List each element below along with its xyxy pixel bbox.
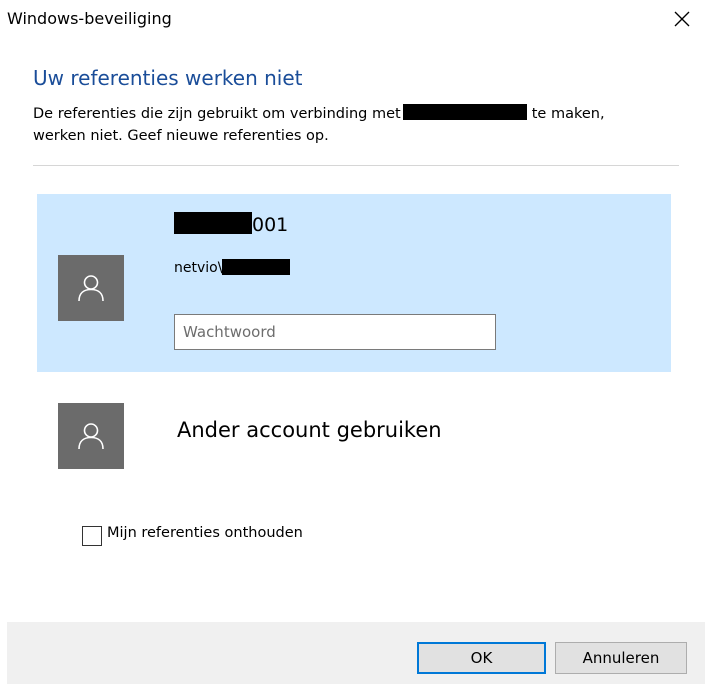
- redacted-username: [222, 259, 291, 275]
- dialog-heading: Uw referenties werken niet: [33, 66, 303, 90]
- account-domain: netvio\: [174, 260, 223, 276]
- ok-button[interactable]: OK: [417, 642, 546, 674]
- divider: [33, 165, 679, 166]
- redacted-name: [174, 212, 252, 234]
- remember-credentials-checkbox[interactable]: [82, 526, 102, 546]
- description-text-1: De referenties die zijn gebruikt om verb…: [33, 106, 401, 122]
- title-bar: Windows-beveiliging: [0, 0, 705, 40]
- avatar: [58, 255, 124, 321]
- redacted-host: [402, 104, 527, 120]
- user-icon: [78, 423, 104, 450]
- window-title: Windows-beveiliging: [7, 9, 172, 28]
- user-icon: [78, 275, 104, 302]
- other-account-label: Ander account gebruiken: [177, 418, 442, 442]
- remember-credentials-label[interactable]: Mijn referenties onthouden: [107, 525, 303, 541]
- cancel-button[interactable]: Annuleren: [555, 642, 687, 674]
- avatar: [58, 403, 124, 469]
- account-username: netvio\: [174, 259, 291, 276]
- close-button[interactable]: [665, 3, 699, 35]
- account-name-suffix: 001: [252, 214, 289, 236]
- account-name: 001: [174, 212, 288, 236]
- close-icon: [674, 11, 690, 27]
- dialog-description: De referenties die zijn gebruikt om verb…: [33, 103, 633, 147]
- password-field[interactable]: [174, 314, 496, 350]
